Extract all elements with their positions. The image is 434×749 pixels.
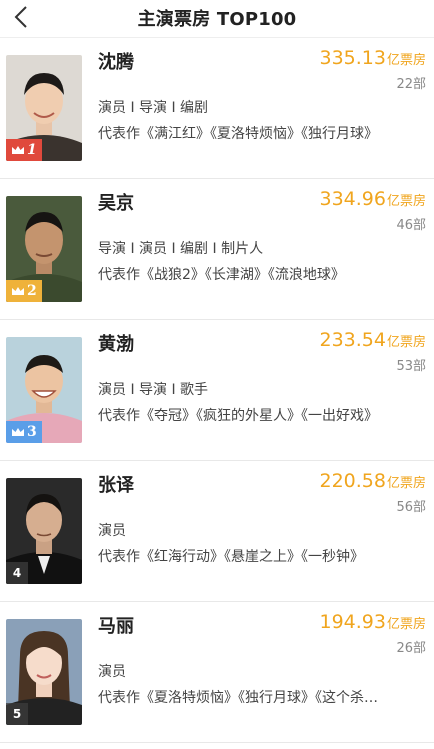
avatar: 5 — [6, 619, 82, 725]
list-item[interactable]: 5 马丽 194.93亿票房 26部 演员 代表作《夏洛特烦恼》《独行月球》《这… — [0, 602, 434, 743]
top-bar: 主演票房 TOP100 — [0, 0, 434, 38]
crown-icon — [12, 287, 24, 295]
film-count: 46部 — [396, 218, 426, 233]
rank-badge: 5 — [6, 703, 28, 725]
actor-name: 吴京 — [98, 193, 134, 214]
box-office: 194.93亿票房 — [319, 611, 427, 633]
actor-name: 沈腾 — [98, 52, 134, 73]
roles: 演员 — [98, 664, 126, 680]
actor-name: 张译 — [98, 475, 134, 496]
roles: 演员 I 导演 I 编剧 — [98, 100, 209, 116]
box-office: 334.96亿票房 — [319, 188, 427, 210]
rank-badge: 4 — [6, 562, 28, 584]
representative-works: 代表作《夺冠》《疯狂的外星人》《一出好戏》 — [98, 408, 378, 424]
avatar: 1 — [6, 55, 82, 161]
box-office: 233.54亿票房 — [319, 329, 427, 351]
avatar: 4 — [6, 478, 82, 584]
list-item[interactable]: 1 沈腾 335.13亿票房 22部 演员 I 导演 I 编剧 代表作《满江红》… — [0, 38, 434, 179]
crown-icon — [12, 146, 24, 154]
roles: 演员 — [98, 523, 126, 539]
page-title: 主演票房 TOP100 — [137, 9, 297, 30]
avatar: 2 — [6, 196, 82, 302]
rank-badge: 3 — [6, 421, 42, 443]
box-office: 335.13亿票房 — [319, 47, 427, 69]
roles: 演员 I 导演 I 歌手 — [98, 382, 209, 398]
crown-icon — [12, 428, 24, 436]
list-item[interactable]: 3 黄渤 233.54亿票房 53部 演员 I 导演 I 歌手 代表作《夺冠》《… — [0, 320, 434, 461]
film-count: 53部 — [396, 359, 426, 374]
actor-name: 马丽 — [98, 616, 134, 637]
list-item[interactable]: 2 吴京 334.96亿票房 46部 导演 I 演员 I 编剧 I 制片人 代表… — [0, 179, 434, 320]
representative-works: 代表作《战狼2》《长津湖》《流浪地球》 — [98, 267, 345, 283]
film-count: 56部 — [396, 500, 426, 515]
avatar: 3 — [6, 337, 82, 443]
rank-badge: 2 — [6, 280, 42, 302]
film-count: 22部 — [396, 77, 426, 92]
roles: 导演 I 演员 I 编剧 I 制片人 — [98, 241, 264, 257]
list-item[interactable]: 4 张译 220.58亿票房 56部 演员 代表作《红海行动》《悬崖之上》《一秒… — [0, 461, 434, 602]
rank-badge: 1 — [6, 139, 42, 161]
film-count: 26部 — [396, 641, 426, 656]
representative-works: 代表作《红海行动》《悬崖之上》《一秒钟》 — [98, 549, 364, 565]
actor-name: 黄渤 — [98, 334, 134, 355]
representative-works: 代表作《夏洛特烦恼》《独行月球》《这个杀… — [98, 690, 378, 706]
box-office: 220.58亿票房 — [319, 470, 427, 492]
representative-works: 代表作《满江红》《夏洛特烦恼》《独行月球》 — [98, 126, 378, 142]
